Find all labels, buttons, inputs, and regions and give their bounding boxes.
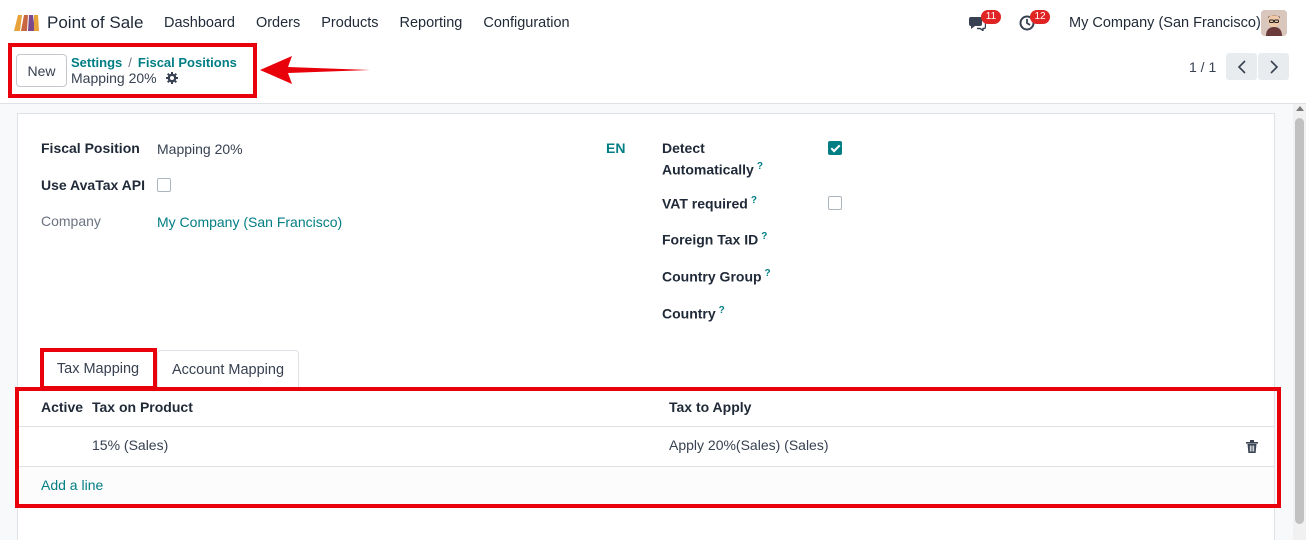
vat-required-text: VAT required <box>662 195 748 212</box>
country-text: Country <box>662 305 716 322</box>
top-navbar: Point of Sale Dashboard Orders Products … <box>0 0 1306 46</box>
company-label: Company <box>41 213 101 229</box>
chevron-left-icon <box>1237 59 1246 74</box>
vat-required-label: VAT required? <box>662 195 757 212</box>
foreign-tax-id-text: Foreign Tax ID <box>662 231 759 248</box>
detect-label: Detect <box>662 140 705 156</box>
annotation-arrow-icon <box>260 56 370 84</box>
activity-badge: 12 <box>1030 10 1050 24</box>
detect-label-line2: Automatically <box>662 161 754 178</box>
detect-label-line1: Detect <box>662 140 705 156</box>
menu-configuration[interactable]: Configuration <box>483 15 569 31</box>
main-menu: Dashboard Orders Products Reporting Conf… <box>164 15 591 31</box>
language-button[interactable]: EN <box>606 140 625 156</box>
help-tooltip[interactable]: ? <box>751 195 757 206</box>
help-tooltip[interactable]: ? <box>719 305 725 316</box>
detect-automatically-checkbox[interactable] <box>828 141 842 155</box>
menu-reporting[interactable]: Reporting <box>400 15 463 31</box>
chat-badge: 11 <box>981 10 1001 24</box>
scrollbar-thumb[interactable] <box>1295 118 1304 524</box>
menu-orders[interactable]: Orders <box>256 15 300 31</box>
company-switcher[interactable]: My Company (San Francisco) <box>1069 15 1261 31</box>
annotation-box-tab <box>40 348 157 390</box>
user-avatar[interactable] <box>1261 10 1287 36</box>
avatax-label: Use AvaTax API <box>41 177 146 193</box>
pager-value[interactable]: 1 / 1 <box>1189 59 1216 75</box>
menu-dashboard[interactable]: Dashboard <box>164 15 235 31</box>
fiscal-position-label: Fiscal Position <box>41 140 140 156</box>
country-group-text: Country Group <box>662 268 762 285</box>
country-group-label: Country Group? <box>662 268 771 285</box>
detect-label-line2-wrap: Automatically? <box>662 161 763 178</box>
country-label: Country? <box>662 305 725 322</box>
annotation-box-breadcrumb <box>8 43 257 98</box>
avatax-checkbox[interactable] <box>157 178 171 192</box>
company-field[interactable]: My Company (San Francisco) <box>157 214 342 230</box>
vat-required-checkbox[interactable] <box>828 196 842 210</box>
menu-products[interactable]: Products <box>321 15 378 31</box>
app-name[interactable]: Point of Sale <box>47 13 143 33</box>
help-tooltip[interactable]: ? <box>761 231 767 242</box>
annotation-box-table <box>15 387 1281 508</box>
help-tooltip[interactable]: ? <box>765 268 771 279</box>
pager-previous-button[interactable] <box>1226 53 1257 80</box>
pager-next-button[interactable] <box>1258 53 1289 80</box>
help-tooltip[interactable]: ? <box>757 161 763 172</box>
pos-app-icon[interactable] <box>13 13 39 31</box>
tab-account-mapping[interactable]: Account Mapping <box>157 350 299 388</box>
chevron-right-icon <box>1269 59 1278 74</box>
scroll-up-arrow-icon[interactable] <box>1296 106 1304 111</box>
foreign-tax-id-label: Foreign Tax ID? <box>662 231 767 248</box>
fiscal-position-field[interactable]: Mapping 20% <box>157 141 243 157</box>
